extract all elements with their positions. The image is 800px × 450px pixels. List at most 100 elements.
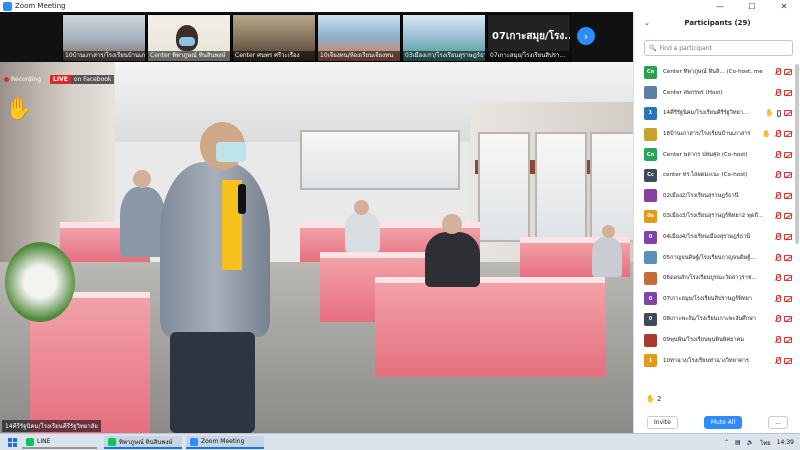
microphone-muted-icon[interactable] bbox=[774, 336, 781, 344]
participant-row[interactable]: 0 07เกาะสมุย/โรงเรียนสิปราษฎร์พิทยา bbox=[634, 289, 794, 310]
camera-off-icon[interactable] bbox=[784, 234, 792, 241]
camera-off-icon[interactable] bbox=[784, 151, 792, 158]
participants-header: ⌄ Participants (29) bbox=[634, 12, 800, 34]
participant-name: 08เกาะพะงัน/โรงเรียนเกาะพะงันศึกษา bbox=[663, 316, 756, 323]
participant-status-icons bbox=[774, 233, 792, 241]
camera-off-icon[interactable] bbox=[784, 337, 792, 344]
participants-title: Participants (29) bbox=[684, 19, 751, 27]
minimize-button[interactable]: — bbox=[704, 0, 736, 12]
thumbnail-video[interactable]: 07เกาะสมุย/โรง... 07เกาะสมุย/โรงเรียนสิป… bbox=[487, 14, 571, 62]
taskbar-zoom[interactable]: Zoom Meeting bbox=[186, 436, 264, 449]
microphone-icon[interactable] bbox=[777, 109, 781, 117]
clock[interactable]: 14:39 bbox=[777, 439, 794, 446]
scene-person bbox=[120, 187, 165, 257]
participant-row[interactable]: 1 14คีรีรัฐนิคม/โรงเรียนคีรีรัฐวิทยา... ✋ bbox=[634, 103, 794, 124]
thumbnail-video[interactable]: 10บ้านเภาสาร/โรงเรียนบ้านเภาสาร bbox=[62, 14, 146, 62]
microphone-muted-icon[interactable] bbox=[774, 68, 781, 76]
camera-off-icon[interactable] bbox=[784, 316, 792, 323]
participant-row[interactable]: 18บ้านเภาสาร/โรงเรียนบ้านเภาสาร ✋ bbox=[634, 124, 794, 145]
language-indicator[interactable]: ไทย bbox=[760, 438, 771, 448]
participant-row[interactable]: 05กาญจนดิษฐ์/โรงเรียนกาญจนดิษฐ์... bbox=[634, 247, 794, 268]
microphone-muted-icon[interactable] bbox=[774, 88, 781, 97]
zoom-meeting-screen: Zoom Meeting — ☐ ✕ 10บ้านเภาสาร/โรงเรียน… bbox=[0, 0, 800, 450]
search-icon: 🔍 bbox=[649, 44, 657, 52]
participant-row[interactable]: Cn Center พลากร ปทมศุล (Co-host) bbox=[634, 144, 794, 165]
live-indicator[interactable]: LIVE on Facebook bbox=[50, 75, 115, 84]
participant-row[interactable]: 1 10ท่าฉาง/โรงเรียนท่าฉางวิทยาคาร bbox=[634, 350, 794, 371]
mute-all-button[interactable]: Mute All bbox=[703, 416, 743, 429]
participant-row[interactable]: 0 04เมือง4/โรงเรียนเมืองสุราษฎร์ธานี bbox=[634, 227, 794, 248]
thumbnail-video[interactable]: 03เมืองเก่า/โรงเรียนสุราษฎร์ธานี bbox=[402, 14, 486, 62]
raised-hand-icon: ✋ bbox=[5, 97, 33, 122]
line-chat-icon bbox=[108, 437, 116, 446]
microphone-muted-icon[interactable] bbox=[774, 233, 781, 241]
camera-off-icon[interactable] bbox=[784, 254, 792, 261]
microphone-muted-icon[interactable] bbox=[774, 274, 781, 282]
flower-arrangement bbox=[5, 242, 75, 322]
thumbnail-video[interactable]: 10เจียงทน/ห้องเรียนเจียงทน bbox=[317, 14, 401, 62]
active-speaker-video bbox=[0, 62, 633, 433]
participant-name: 06ดอนสัก/โรงเรียนบูรณะวัดสาวุราช... bbox=[663, 275, 757, 282]
taskbar-line[interactable]: LINE bbox=[22, 436, 97, 449]
microphone-muted-icon[interactable] bbox=[774, 150, 781, 159]
camera-off-icon[interactable] bbox=[784, 110, 792, 117]
invite-button[interactable]: Invite bbox=[647, 416, 678, 429]
avatar bbox=[644, 271, 657, 285]
scene-person-head bbox=[133, 170, 151, 188]
chevron-up-icon[interactable]: ⌃ bbox=[724, 439, 729, 446]
participant-row[interactable]: 09พุนพิน/โรงเรียนพุนพินพิทยาคม bbox=[634, 330, 794, 351]
microphone-muted-icon[interactable] bbox=[774, 315, 781, 323]
camera-off-icon[interactable] bbox=[784, 357, 792, 364]
video-area: 10บ้านเภาสาร/โรงเรียนบ้านเภาสาร Center ท… bbox=[0, 12, 633, 433]
participant-name: 07เกาะสมุย/โรงเรียนสิปราษฎร์พิทยา bbox=[663, 295, 752, 302]
camera-off-icon[interactable] bbox=[784, 275, 792, 282]
search-placeholder: Find a participant bbox=[659, 44, 712, 52]
camera-off-icon[interactable] bbox=[784, 295, 792, 302]
speaker-mask bbox=[216, 142, 246, 162]
camera-off-icon[interactable] bbox=[784, 131, 792, 138]
taskbar-chat[interactable]: ทิพาภูษณ์ ทินสินพงษ์ bbox=[104, 436, 182, 449]
participant-status-icons: ✋ bbox=[762, 130, 792, 138]
windows-taskbar: LINE ทิพาภูษณ์ ทินสินพงษ์ Zoom Meeting ⌃… bbox=[0, 433, 800, 450]
camera-off-icon[interactable] bbox=[784, 69, 792, 76]
next-page-button[interactable]: › bbox=[577, 27, 595, 45]
avatar: 0 bbox=[644, 230, 657, 244]
close-button[interactable]: ✕ bbox=[768, 0, 800, 12]
thumbnail-label: Center ศนพร ศรีวะเรื่อง bbox=[233, 51, 315, 61]
camera-off-icon[interactable] bbox=[784, 172, 792, 179]
participant-name: Center สพกรพร (Host) bbox=[663, 89, 723, 96]
network-icon[interactable]: ▤ bbox=[735, 439, 741, 446]
thumbnail-video[interactable]: Center ทิพาภูษณ์ ทินสินพงษ์ bbox=[147, 14, 231, 62]
microphone-muted-icon[interactable] bbox=[774, 130, 781, 138]
zoom-app-icon bbox=[3, 1, 12, 11]
participant-row[interactable]: 06ดอนสัก/โรงเรียนบูรณะวัดสาวุราช... bbox=[634, 268, 794, 289]
more-options-button[interactable]: ... bbox=[768, 416, 788, 429]
participant-name: 09พุนพิน/โรงเรียนพุนพินพิทยาคม bbox=[663, 337, 745, 344]
avatar: Cn bbox=[644, 148, 657, 162]
participant-list-scrollbar[interactable] bbox=[795, 64, 799, 244]
participant-row[interactable]: 0s 03เมือง3/โรงเรียนสุราษฎร์พิทยา2 พุดถี.… bbox=[634, 206, 794, 227]
participant-row[interactable]: Center สพกรพร (Host) bbox=[634, 83, 794, 104]
participant-name: center ทร.ไสผดมะเนะ (Co-host) bbox=[663, 172, 748, 179]
collapse-chevron-icon[interactable]: ⌄ bbox=[644, 19, 650, 27]
participant-status-icons bbox=[774, 336, 792, 344]
camera-off-icon[interactable] bbox=[784, 89, 792, 96]
camera-off-icon[interactable] bbox=[784, 213, 792, 220]
thumbnail-video[interactable]: Center ศนพร ศรีวะเรื่อง bbox=[232, 14, 316, 62]
volume-icon[interactable]: 🔈 bbox=[747, 439, 754, 446]
maximize-button[interactable]: ☐ bbox=[736, 0, 768, 12]
microphone-muted-icon[interactable] bbox=[774, 253, 781, 262]
participant-row[interactable]: 02เมือง2/โรงเรียนสุราษฎร์ธานี bbox=[634, 186, 794, 207]
microphone-muted-icon[interactable] bbox=[774, 294, 781, 303]
microphone-muted-icon[interactable] bbox=[774, 171, 781, 179]
microphone-muted-icon[interactable] bbox=[774, 191, 781, 200]
microphone-muted-icon[interactable] bbox=[774, 356, 781, 365]
camera-off-icon[interactable] bbox=[784, 192, 792, 199]
participant-search-input[interactable]: 🔍 Find a participant bbox=[644, 40, 793, 56]
start-button[interactable] bbox=[4, 436, 21, 449]
participant-row[interactable]: 0 08เกาะพะงัน/โรงเรียนเกาะพะงันศึกษา bbox=[634, 309, 794, 330]
participant-row[interactable]: Cn Center ทิพาภูษณ์ ทินสิ... (Co-host, me… bbox=[634, 62, 794, 83]
avatar: 1 bbox=[644, 106, 657, 120]
microphone-muted-icon[interactable] bbox=[774, 212, 781, 220]
participant-row[interactable]: Cc center ทร.ไสผดมะเนะ (Co-host) bbox=[634, 165, 794, 186]
